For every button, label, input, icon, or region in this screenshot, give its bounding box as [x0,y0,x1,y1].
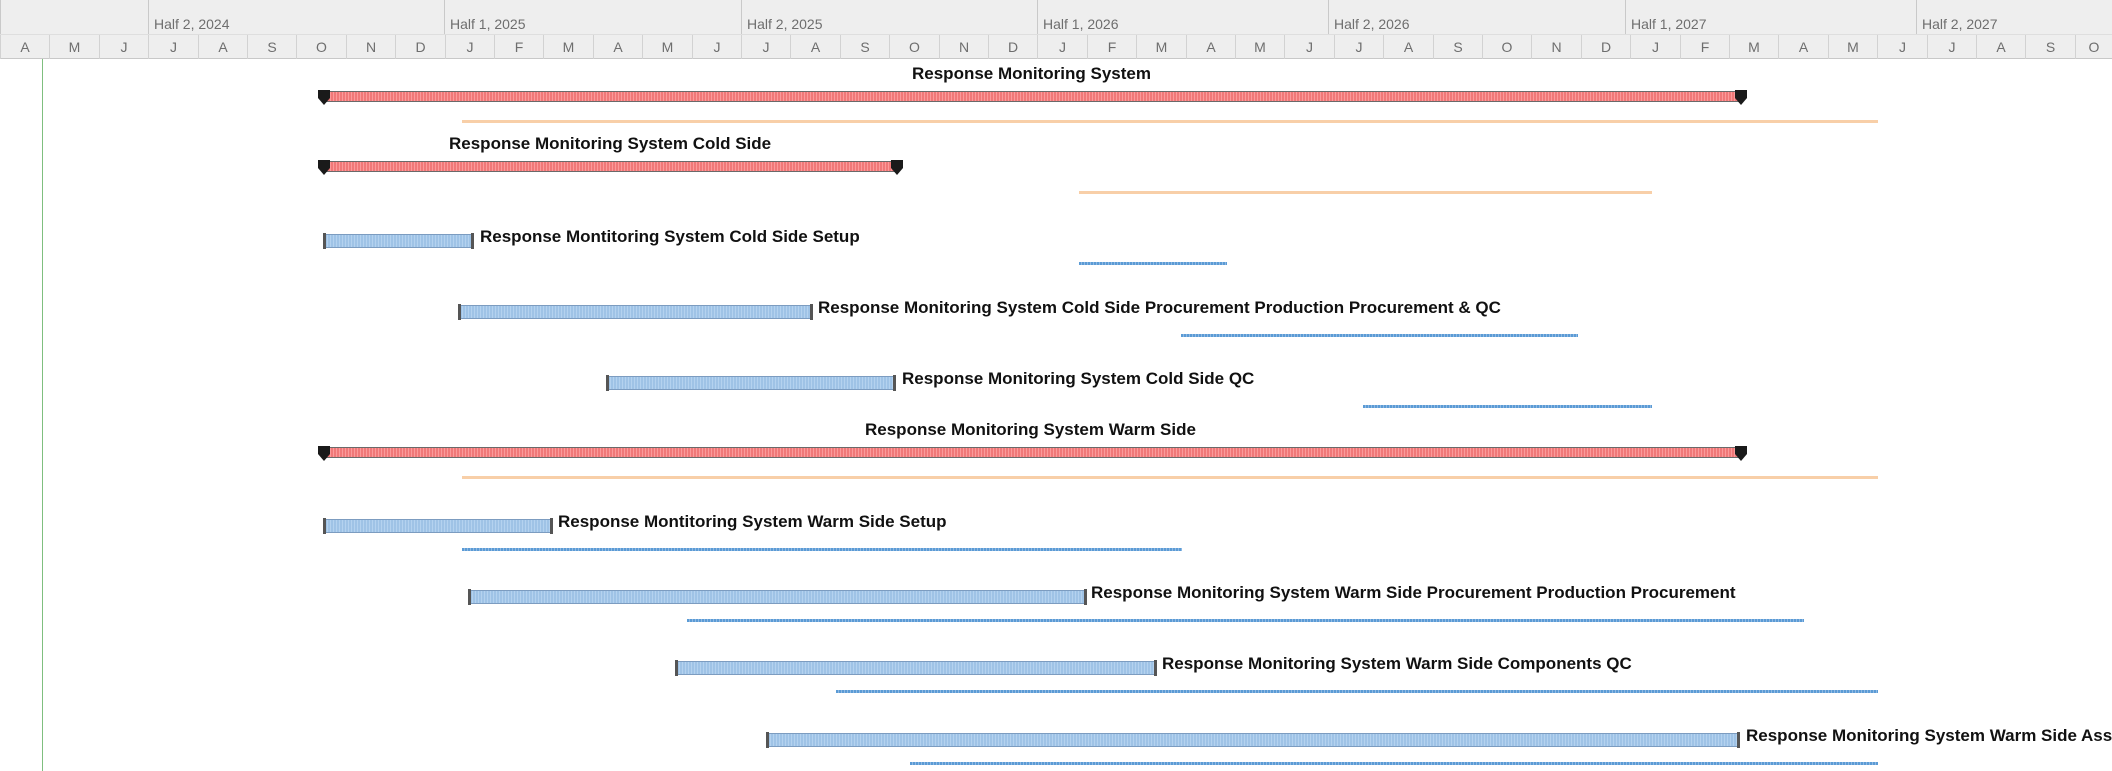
timescale-month-cell: N [346,35,395,59]
baseline-bar [462,548,1182,551]
task-bar[interactable] [606,375,896,391]
timescale-month-cell: M [1136,35,1186,59]
task-label: Response Monitoring System Warm Side Com… [1162,654,1632,673]
half-label: Half 2, 2024 [154,16,230,32]
timescale-month-cell: J [148,35,198,59]
half-label: Half 2, 2026 [1334,16,1410,32]
timescale-month-cell: J [1630,35,1680,59]
task-label: Response Monitoring System Cold Side Pro… [818,298,1501,317]
gantt-timescale: Half 2, 2024 Half 1, 2025 Half 2, 2025 H… [0,0,2112,59]
timescale-month-cell: N [1531,35,1581,59]
half-label: Half 2, 2027 [1922,16,1998,32]
summary-end-marker-icon [1735,90,1747,105]
timescale-month-cell: M [1729,35,1778,59]
timescale-month-cell: A [593,35,642,59]
timescale-month-cell: A [198,35,247,59]
half-label: Half 1, 2025 [450,16,526,32]
timescale-month-tier: AMJJASONDJFMAMJJASONDJFMAMJJASONDJFMAMJJ… [0,34,2112,59]
task-label: Response Monitoring System [912,64,1151,83]
task-bar[interactable] [766,732,1740,748]
timescale-month-cell: A [1976,35,2025,59]
timescale-month-cell: O [889,35,939,59]
timescale-month-cell: J [1877,35,1927,59]
baseline-bar [1079,191,1652,194]
task-bar[interactable] [458,304,813,320]
timescale-month-cell: O [296,35,346,59]
timescale-month-cell: J [1334,35,1383,59]
baseline-bar [910,762,1878,765]
timescale-month-cell: J [741,35,790,59]
timescale-half-0 [0,0,148,34]
timescale-half-3: Half 2, 2025 [741,0,1037,34]
summary-start-marker-icon [318,446,330,461]
half-label: Half 1, 2027 [1631,16,1707,32]
summary-end-marker-icon [891,160,903,175]
timescale-month-cell: M [543,35,593,59]
timescale-month-cell: F [494,35,543,59]
timescale-month-cell: F [1087,35,1136,59]
baseline-bar [1079,262,1227,265]
timescale-month-cell: M [1828,35,1877,59]
timescale-month-cell: O [2075,35,2112,59]
timescale-month-cell: S [2025,35,2075,59]
task-bar[interactable] [323,233,474,249]
task-label: Response Monitoring System Warm Side [865,420,1196,439]
timescale-month-cell: S [247,35,296,59]
timescale-month-cell: J [1037,35,1087,59]
baseline-bar [836,690,1878,693]
task-label: Response Montitoring System Cold Side Se… [480,227,860,246]
timescale-top-tier: Half 2, 2024 Half 1, 2025 Half 2, 2025 H… [0,0,2112,34]
task-label: Response Monitoring System Cold Side [449,134,772,153]
task-bar[interactable] [675,660,1157,676]
baseline-bar [1181,334,1578,337]
summary-bar[interactable] [318,160,903,175]
timescale-half-4: Half 1, 2026 [1037,0,1328,34]
timescale-half-7: Half 2, 2027 [1916,0,2112,34]
timescale-month-cell: A [0,35,49,59]
timescale-month-cell: D [1581,35,1630,59]
summary-start-marker-icon [318,90,330,105]
timescale-month-cell: N [939,35,988,59]
summary-start-marker-icon [318,160,330,175]
summary-bar[interactable] [318,90,1747,105]
status-date-line [42,59,43,771]
timescale-half-6: Half 1, 2027 [1625,0,1916,34]
baseline-bar [687,619,1804,622]
timescale-month-cell: A [1186,35,1235,59]
timescale-half-2: Half 1, 2025 [444,0,741,34]
baseline-bar [462,120,1878,123]
task-bar[interactable] [468,589,1087,605]
half-label: Half 2, 2025 [747,16,823,32]
baseline-bar [1363,405,1652,408]
timescale-month-cell: A [1778,35,1828,59]
timescale-month-cell: A [790,35,840,59]
task-label: Response Monitoring System Cold Side QC [902,369,1255,388]
task-label: Response Montitoring System Warm Side Se… [558,512,947,531]
timescale-month-cell: M [1235,35,1284,59]
timescale-half-5: Half 2, 2026 [1328,0,1625,34]
timescale-half-1: Half 2, 2024 [148,0,444,34]
timescale-month-cell: A [1383,35,1433,59]
timescale-month-cell: S [840,35,889,59]
timescale-month-cell: J [1284,35,1334,59]
summary-bar[interactable] [318,446,1747,461]
timescale-month-cell: J [99,35,148,59]
timescale-month-cell: S [1433,35,1482,59]
timescale-month-cell: D [395,35,445,59]
timescale-month-cell: D [988,35,1037,59]
timescale-month-cell: J [1927,35,1976,59]
timescale-month-cell: J [445,35,494,59]
half-label: Half 1, 2026 [1043,16,1119,32]
gantt-chart-area: Response Monitoring System Response Moni… [0,59,2112,771]
timescale-month-cell: J [692,35,741,59]
summary-end-marker-icon [1735,446,1747,461]
baseline-bar [462,476,1878,479]
task-label: Response Monitoring System Warm Side Pro… [1091,583,1736,602]
timescale-month-cell: F [1680,35,1729,59]
timescale-month-cell: M [49,35,99,59]
timescale-month-cell: O [1482,35,1531,59]
task-bar[interactable] [323,518,553,534]
task-label: Response Monitoring System Warm Side Ass [1746,726,2112,745]
timescale-month-cell: M [642,35,692,59]
